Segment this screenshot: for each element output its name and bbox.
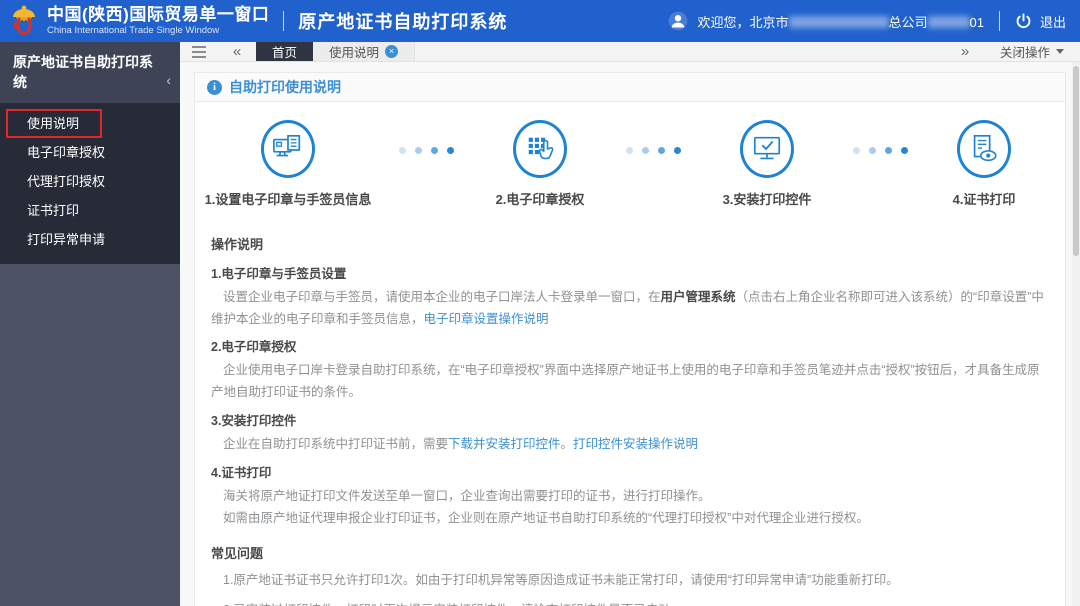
main-area: « 首页 使用说明 × » 关闭操作 i 自助打印使用说明 1.设置电子印章与手…	[180, 42, 1080, 606]
redacted-company-name	[788, 15, 889, 28]
scrollbar-thumb[interactable]	[1073, 66, 1079, 256]
sidebar-collapse-icon[interactable]: ‹	[166, 70, 171, 90]
computer-document-icon	[261, 120, 315, 178]
sidebar-item-label: 打印异常申请	[27, 231, 106, 247]
text-run: 。	[560, 436, 574, 451]
monitor-check-icon	[740, 120, 794, 178]
brand-subtitle: China International Trade Single Window	[47, 25, 220, 37]
page-title: 原产地证书自助打印系统	[298, 12, 508, 32]
header-divider	[998, 11, 1000, 31]
download-print-control-link[interactable]: 下载并安装打印控件	[448, 437, 561, 451]
usage-instructions-panel: i 自助打印使用说明 1.设置电子印章与手签员信息 2.电子印章授权 3.安装打…	[194, 72, 1066, 606]
section3-title: 3.安装打印控件	[211, 414, 297, 428]
welcome-prefix: 欢迎您，北京市	[697, 14, 789, 30]
sidebar-item-label: 使用说明	[27, 115, 80, 131]
document-eye-icon	[957, 120, 1011, 178]
step-separator-dots	[853, 147, 908, 154]
section2-paragraph: 企业使用电子口岸卡登录自助打印系统，在“电子印章授权”界面中选择原产地证书上使用…	[211, 363, 1040, 400]
sidebar-title: 原产地证书自助打印系统 ‹	[0, 42, 180, 103]
tabs-scroll-right-button[interactable]: »	[946, 42, 984, 61]
power-icon	[1016, 12, 1031, 28]
section4-title: 4.证书打印	[211, 465, 272, 480]
sidebar-item-label: 证书打印	[27, 202, 80, 218]
text-run: 设置企业电子印章与手签员，请使用本企业的电子口岸法人卡登录单一窗口，在	[223, 289, 661, 304]
logout-label: 退出	[1039, 14, 1066, 30]
eseal-setup-guide-link[interactable]: 电子印章设置操作说明	[424, 312, 549, 326]
sidebar-item-certificate-print[interactable]: 证书打印	[0, 196, 180, 225]
sidebar-menu: 使用说明 电子印章授权 代理打印授权 证书打印 打印异常申请	[0, 102, 180, 264]
brand-logo-icon	[13, 5, 35, 36]
faq-item-1: 1.原产地证书证书只允许打印1次。如由于打印机异常等原因造成证书未能正常打印，请…	[223, 573, 899, 588]
hamburger-icon	[192, 45, 206, 58]
logout-button[interactable]: 退出	[1015, 12, 1066, 31]
section3-paragraph: 企业在自助打印系统中打印证书前，需要下载并安装打印控件。打印控件安装操作说明	[211, 434, 1047, 456]
info-icon: i	[207, 79, 222, 95]
keypad-hand-icon	[513, 120, 567, 178]
section1-title: 1.电子印章与手签员设置	[211, 266, 347, 281]
tab-close-icon[interactable]: ×	[385, 45, 399, 58]
menu-toggle-button[interactable]	[180, 42, 218, 61]
panel-title: 自助打印使用说明	[229, 79, 341, 95]
welcome-mid: 总公司	[888, 14, 928, 30]
sidebar: 原产地证书自助打印系统 ‹ 使用说明 电子印章授权 代理打印授权 证书打印 打印…	[0, 42, 180, 606]
sidebar-filler	[0, 264, 180, 606]
step-label: 1.设置电子印章与手签员信息	[204, 192, 372, 207]
sidebar-item-label: 代理打印授权	[27, 173, 106, 189]
content-scrollbar[interactable]	[1072, 62, 1080, 606]
brand-text: 中国(陕西)国际贸易单一窗口 China International Trade…	[47, 4, 270, 37]
sidebar-item-eseal-authorization[interactable]: 电子印章授权	[0, 138, 180, 167]
chevron-down-icon	[1056, 49, 1064, 54]
step-install-print-control: 3.安装打印控件	[707, 120, 827, 208]
panel-header: i 自助打印使用说明	[195, 73, 1065, 102]
step-label: 3.安装打印控件	[722, 192, 812, 207]
step-label: 4.证书打印	[952, 192, 1016, 207]
operations-heading: 操作说明	[211, 237, 264, 252]
redacted-account-id	[927, 15, 970, 28]
step-separator-dots	[626, 147, 681, 154]
section2-title: 2.电子印章授权	[211, 340, 297, 355]
step-certificate-print: 4.证书打印	[934, 120, 1034, 208]
welcome-suffix: 01	[969, 14, 984, 30]
faq-item-2: 2.已安装过打印控件，打印时再次提示安装打印控件，请检查打印控件是否已启动。	[211, 600, 1047, 606]
user-avatar-icon	[669, 11, 688, 31]
tab-home[interactable]: 首页	[256, 42, 314, 61]
sidebar-item-print-exception-request[interactable]: 打印异常申请	[0, 225, 180, 254]
step-eseal-authorization: 2.电子印章授权	[480, 120, 600, 208]
faq-heading: 常见问题	[211, 546, 264, 562]
section4-paragraph-2: 如需由原产地证代理申报企业打印证书，企业则在原产地证书自助打印系统的“代理打印授…	[223, 510, 869, 525]
tab-usage-instructions[interactable]: 使用说明 ×	[313, 42, 416, 61]
step-label: 2.电子印章授权	[495, 192, 585, 207]
sidebar-title-text: 原产地证书自助打印系统	[13, 54, 153, 91]
close-operations-label: 关闭操作	[999, 46, 1050, 60]
tab-label: 使用说明	[329, 46, 380, 60]
sidebar-item-label: 电子印章授权	[27, 144, 106, 160]
brand: 中国(陕西)国际贸易单一窗口 China International Trade…	[8, 4, 269, 38]
sidebar-item-agent-print-authorization[interactable]: 代理打印授权	[0, 167, 180, 196]
instructions-text: 操作说明 1.电子印章与手签员设置 设置企业电子印章与手签员，请使用本企业的电子…	[195, 212, 1065, 606]
header-user-area: 欢迎您，北京市 总公司 01 退出	[668, 11, 1066, 31]
content-area: i 自助打印使用说明 1.设置电子印章与手签员信息 2.电子印章授权 3.安装打…	[180, 62, 1080, 606]
tabs-scroll-left-button[interactable]: «	[218, 42, 256, 61]
sidebar-item-usage-instructions[interactable]: 使用说明	[0, 108, 180, 138]
print-control-install-guide-link[interactable]: 打印控件安装操作说明	[573, 437, 698, 451]
section1-paragraph: 设置企业电子印章与手签员，请使用本企业的电子口岸法人卡登录单一窗口，在用户管理系…	[211, 287, 1047, 331]
app-header: 中国(陕西)国际贸易单一窗口 China International Trade…	[0, 0, 1080, 42]
welcome-text: 欢迎您，北京市 总公司 01	[697, 12, 984, 31]
text-run: 企业在自助打印系统中打印证书前，需要	[223, 436, 449, 451]
step-separator-dots	[399, 147, 454, 154]
bold-run: 用户管理系统	[660, 289, 736, 304]
tabbar-spacer	[415, 42, 946, 61]
step-setup-eseal: 1.设置电子印章与手签员信息	[203, 120, 373, 208]
section4-paragraph-1: 海关将原产地证打印文件发送至单一窗口，企业查询出需要打印的证书，进行打印操作。	[223, 488, 711, 503]
header-divider	[283, 11, 285, 31]
close-operations-dropdown[interactable]: 关闭操作	[984, 42, 1080, 61]
brand-title: 中国(陕西)国际贸易单一窗口	[47, 4, 270, 24]
tab-bar: « 首页 使用说明 × » 关闭操作	[180, 42, 1080, 62]
process-steps: 1.设置电子印章与手签员信息 2.电子印章授权 3.安装打印控件 4.证书打印	[195, 102, 1065, 212]
